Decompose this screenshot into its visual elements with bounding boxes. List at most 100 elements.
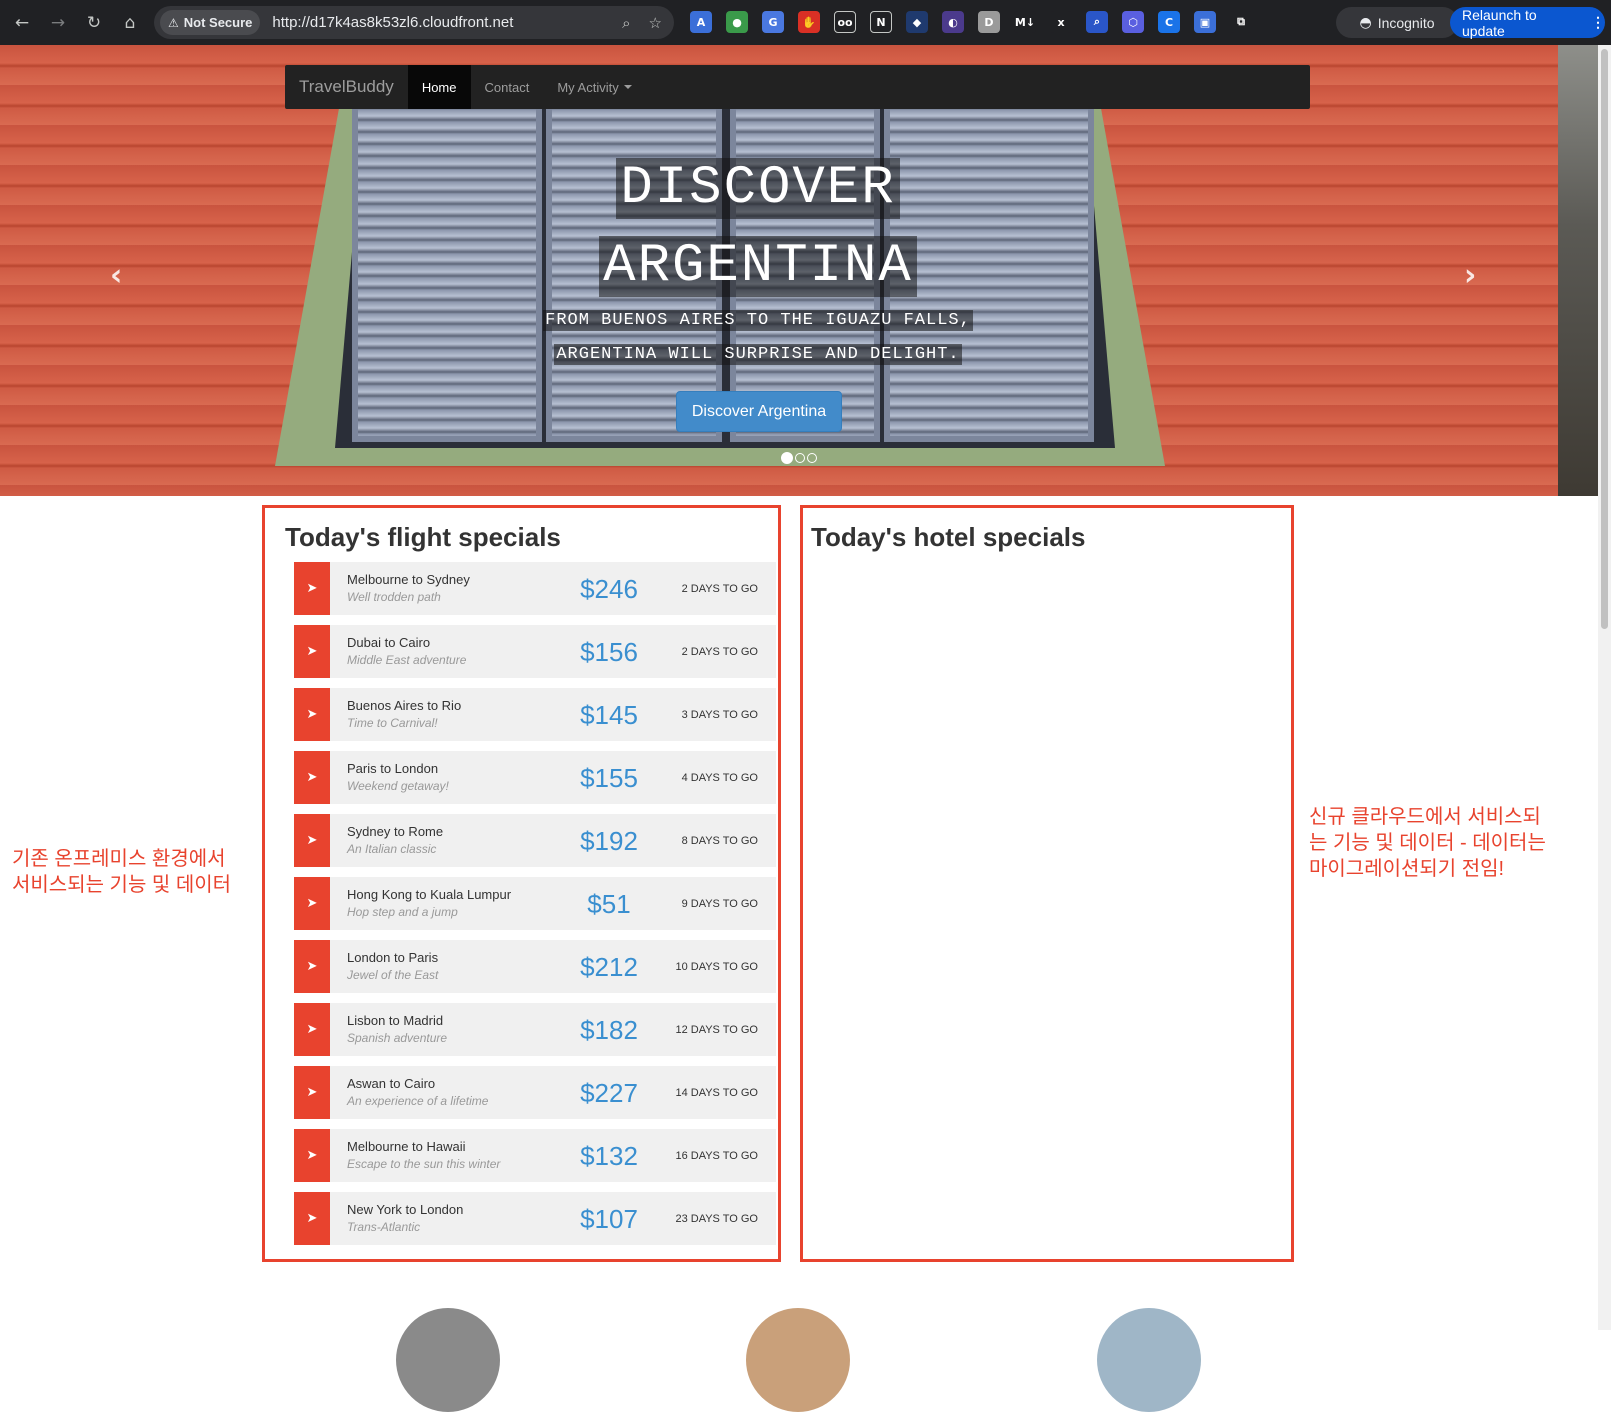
extension-icon[interactable]: M↓ xyxy=(1014,11,1036,33)
nav-my-activity[interactable]: My Activity xyxy=(543,65,645,109)
scrollbar-thumb[interactable] xyxy=(1601,49,1608,629)
flight-tagline: Jewel of the East xyxy=(347,968,439,982)
avatar xyxy=(746,1308,850,1412)
address-bar[interactable]: ⚠ Not Secure http://d17k4as8k53zl6.cloud… xyxy=(154,6,674,39)
zoom-icon[interactable]: ⌕ xyxy=(622,14,630,32)
annotation-right-line: 신규 클라우드에서 서비스되 xyxy=(1309,806,1541,828)
flight-route: Sydney to Rome xyxy=(347,824,444,839)
flight-special-row[interactable]: ➤ Sydney to Rome An Italian classic $192 8 D… xyxy=(294,814,776,867)
hero-subtitle-line2: ARGENTINA WILL SURPRISE AND DELIGHT. xyxy=(554,344,962,365)
relaunch-label: Relaunch to update xyxy=(1462,6,1537,39)
nav-home[interactable]: Home xyxy=(407,65,471,109)
page-scrollbar[interactable] xyxy=(1598,45,1611,1330)
hero-title-line2: ARGENTINA xyxy=(0,236,1516,297)
caret-down-icon xyxy=(623,85,632,89)
nav-contact[interactable]: Contact xyxy=(471,65,544,109)
flight-price: $212 xyxy=(580,952,638,982)
flight-tagline: Weekend getaway! xyxy=(347,779,449,793)
flight-route: Paris to London xyxy=(347,761,439,776)
flight-special-row[interactable]: ➤ Buenos Aires to Rio Time to Carnival! $14… xyxy=(294,688,776,741)
plane-icon: ➤ xyxy=(294,1192,330,1245)
flight-route: Dubai to Cairo xyxy=(347,635,431,650)
plane-icon: ➤ xyxy=(294,877,330,930)
plane-icon: ➤ xyxy=(294,751,330,804)
extension-icon[interactable]: ◐ xyxy=(942,11,964,33)
avatar xyxy=(396,1308,500,1412)
annotation-right-line: 마이그레이션되기 전임! xyxy=(1309,858,1505,880)
flight-route: Melbourne to Sydney xyxy=(347,572,470,587)
back-arrow-icon[interactable]: ← xyxy=(8,9,36,37)
discover-argentina-button[interactable]: Discover Argentina xyxy=(676,391,842,432)
flight-special-row[interactable]: ➤ Lisbon to Madrid Spanish adventure $182 12… xyxy=(294,1003,776,1056)
extension-icon[interactable]: G xyxy=(762,11,784,33)
flight-price: $51 xyxy=(587,889,631,919)
flight-days-to-go: 23 DAYS TO GO xyxy=(675,1213,758,1225)
extension-icon[interactable]: x xyxy=(1050,11,1072,33)
extension-icon[interactable]: ● xyxy=(726,11,748,33)
flight-days-to-go: 2 DAYS TO GO xyxy=(681,583,758,595)
extension-icon[interactable]: ⌕ xyxy=(1086,11,1108,33)
flight-tagline: Well trodden path xyxy=(347,590,441,604)
url-text[interactable]: http://d17k4as8k53zl6.cloudfront.net xyxy=(272,14,513,31)
plane-icon: ➤ xyxy=(294,562,330,615)
carousel-indicator[interactable] xyxy=(795,453,805,463)
flight-tagline: An experience of a lifetime xyxy=(347,1094,489,1108)
flight-special-row[interactable]: ➤ Hong Kong to Kuala Lumpur Hop step and a… xyxy=(294,877,776,930)
hero-image-edge xyxy=(1558,45,1598,496)
flight-days-to-go: 12 DAYS TO GO xyxy=(675,1024,758,1036)
extension-icon[interactable]: N xyxy=(870,11,892,33)
flight-specials-list: ➤ Melbourne to Sydney Well trodden path $24… xyxy=(294,562,776,1255)
hotel-specials-title: Today's hotel specials xyxy=(811,522,1086,552)
incognito-chip[interactable]: ◓ Incognito xyxy=(1336,7,1458,38)
flight-route: New York to London xyxy=(347,1202,464,1217)
chevron-left-icon[interactable]: ‹ xyxy=(110,258,122,293)
annotation-box-right xyxy=(800,505,1294,1262)
flight-days-to-go: 16 DAYS TO GO xyxy=(675,1150,758,1162)
extension-icon[interactable]: ⬡ xyxy=(1122,11,1144,33)
star-icon[interactable]: ☆ xyxy=(649,14,662,32)
carousel-indicators xyxy=(781,452,817,464)
brand-link[interactable]: TravelBuddy xyxy=(285,65,408,109)
flight-special-row[interactable]: ➤ Paris to London Weekend getaway! $155 4 DA… xyxy=(294,751,776,804)
extension-icon[interactable]: D xyxy=(978,11,1000,33)
flight-days-to-go: 2 DAYS TO GO xyxy=(681,646,758,658)
flight-tagline: Time to Carnival! xyxy=(347,716,438,730)
flight-special-row[interactable]: ➤ Melbourne to Sydney Well trodden path $24… xyxy=(294,562,776,615)
plane-icon: ➤ xyxy=(294,625,330,678)
flight-tagline: Hop step and a jump xyxy=(347,905,458,919)
extension-icon[interactable]: oo xyxy=(834,11,856,33)
chevron-right-icon[interactable]: › xyxy=(1464,258,1476,293)
annotation-left-line: 서비스되는 기능 및 데이터 xyxy=(12,874,232,896)
flight-specials-title: Today's flight specials xyxy=(285,522,561,552)
flight-days-to-go: 8 DAYS TO GO xyxy=(681,835,758,847)
extension-icon[interactable]: ✋ xyxy=(798,11,820,33)
extension-icon[interactable]: C xyxy=(1158,11,1180,33)
extension-icon[interactable]: ▣ xyxy=(1194,11,1216,33)
plane-icon: ➤ xyxy=(294,1129,330,1182)
flight-special-row[interactable]: ➤ Melbourne to Hawaii Escape to the sun th… xyxy=(294,1129,776,1182)
extension-icon[interactable]: ◆ xyxy=(906,11,928,33)
reload-icon[interactable]: ↻ xyxy=(80,9,108,37)
home-icon[interactable]: ⌂ xyxy=(116,9,144,37)
carousel-indicator[interactable] xyxy=(807,453,817,463)
annotation-left-line: 기존 온프레미스 환경에서 xyxy=(12,848,226,870)
flight-price: $156 xyxy=(580,637,638,667)
flight-route: Buenos Aires to Rio xyxy=(347,698,462,713)
flight-special-row[interactable]: ➤ Aswan to Cairo An experience of a lifeti… xyxy=(294,1066,776,1119)
relaunch-button[interactable]: Relaunch to update ⋮ xyxy=(1450,6,1605,39)
flight-route: Lisbon to Madrid xyxy=(347,1013,444,1028)
flight-special-row[interactable]: ➤ Dubai to Cairo Middle East adventure $156… xyxy=(294,625,776,678)
flight-price: $227 xyxy=(580,1078,638,1108)
menu-icon[interactable]: ⋮ xyxy=(1591,14,1605,31)
flight-route: Aswan to Cairo xyxy=(347,1076,436,1091)
carousel-indicator[interactable] xyxy=(781,452,793,464)
security-indicator[interactable]: ⚠ Not Secure xyxy=(160,10,261,35)
extension-icon[interactable]: A xyxy=(690,11,712,33)
puzzle-icon[interactable]: ⧉ xyxy=(1230,11,1252,33)
flight-special-row[interactable]: ➤ New York to London Trans-Atlantic $107 23 … xyxy=(294,1192,776,1245)
flight-special-row[interactable]: ➤ London to Paris Jewel of the East $212 10 … xyxy=(294,940,776,993)
flight-tagline: Spanish adventure xyxy=(347,1031,448,1045)
forward-arrow-icon[interactable]: → xyxy=(44,9,72,37)
avatar xyxy=(1097,1308,1201,1412)
annotation-left: 기존 온프레미스 환경에서 서비스되는 기능 및 데이터 xyxy=(12,846,231,898)
